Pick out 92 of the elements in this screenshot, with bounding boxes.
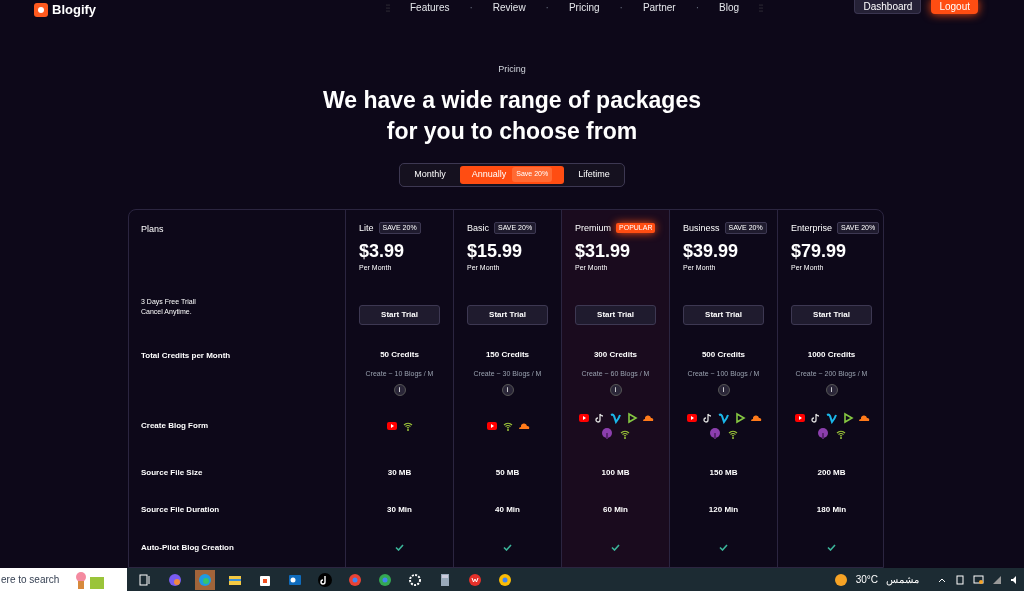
video-icon — [793, 412, 806, 424]
podcast-icon — [600, 428, 613, 440]
nav-link[interactable]: Review — [486, 0, 532, 15]
logo-icon — [34, 2, 48, 17]
feature-value: 150 MB — [709, 467, 738, 479]
plan-name: Premium — [575, 221, 611, 235]
credits-value: 300 Credits — [593, 348, 638, 361]
info-button[interactable]: i — [393, 384, 406, 396]
play-icon — [625, 412, 638, 424]
search-placeholder: ere to search — [1, 573, 60, 587]
info-button[interactable]: i — [717, 384, 730, 396]
nav-link[interactable]: Blog — [713, 0, 746, 15]
credits-value: 1000 Credits — [807, 348, 856, 361]
plan-name: Enterprise — [791, 221, 833, 235]
nav-separator: · — [469, 1, 473, 15]
feature-value: 100 MB — [601, 467, 630, 479]
feed-icon — [401, 420, 414, 432]
feed-icon — [834, 428, 847, 440]
info-button[interactable]: i — [825, 384, 838, 396]
search-field[interactable]: ere to search — [0, 568, 127, 591]
plan-name: Lite — [359, 221, 374, 235]
feature-value: 30 MB — [387, 467, 412, 479]
video-icon — [685, 412, 698, 424]
feature-value: 200 MB — [817, 467, 846, 479]
weather-text: مشمس — [886, 573, 919, 587]
info-button[interactable]: i — [609, 384, 622, 396]
device-icon[interactable] — [955, 574, 965, 585]
display-icon[interactable] — [973, 574, 984, 585]
plan-price: $39.99 — [683, 240, 740, 263]
page-heading: We have a wide range of packages for you to choose from — [323, 85, 701, 146]
video-icon — [385, 420, 398, 432]
credits-value: 500 Credits — [701, 348, 746, 361]
start-trial-button[interactable]: Start Trial — [683, 304, 764, 325]
video-icon — [577, 412, 590, 424]
video-icon — [485, 420, 498, 432]
nav-link[interactable]: Pricing — [562, 0, 606, 15]
wifi-icon[interactable] — [992, 574, 1002, 585]
feature-label: Auto-Pilot Blog Creation — [141, 541, 234, 554]
info-button[interactable]: i — [501, 384, 514, 396]
feature-value: 180 Min — [816, 504, 847, 516]
podcast-icon — [708, 428, 721, 440]
nav-separator: · — [619, 1, 623, 15]
feature-label: Create Blog Form — [141, 420, 209, 432]
plan-name: Basic — [467, 221, 489, 235]
plan-price: $79.99 — [791, 240, 848, 263]
browser-icon[interactable] — [195, 569, 215, 590]
feature-label: Source File Duration — [141, 504, 220, 516]
nav-link[interactable]: Features — [404, 0, 456, 15]
start-trial-button[interactable]: Start Trial — [467, 304, 548, 325]
plan-price: $15.99 — [467, 240, 524, 263]
plans-label: Plans — [141, 222, 165, 236]
feature-value: 50 MB — [495, 467, 520, 479]
credits-value: 150 Credits — [485, 348, 530, 361]
nav-separator: · — [545, 1, 549, 15]
play-icon — [733, 412, 746, 424]
feature-value: 120 Min — [708, 504, 739, 516]
cloud-icon — [749, 412, 762, 424]
feature-label: Total Credits per Month — [141, 349, 231, 362]
plan-name: Business — [683, 221, 720, 235]
feature-value: 40 Min — [495, 504, 520, 516]
music-note-icon — [593, 412, 606, 424]
nav-separator: · — [695, 1, 699, 15]
dashboard-button[interactable]: Dashboard — [854, 0, 922, 14]
cloud-icon — [517, 420, 530, 432]
music-note-icon — [809, 412, 822, 424]
feature-label: Source File Size — [141, 467, 203, 479]
sun-icon — [833, 572, 848, 587]
feed-icon — [726, 428, 739, 440]
feature-value: 30 Min — [387, 504, 412, 516]
weather-temperature: 30°C — [855, 573, 878, 587]
brand-name[interactable]: Blogify — [52, 0, 97, 20]
feed-icon — [618, 428, 631, 440]
feature-value: 60 Min — [603, 504, 628, 516]
billing-tab[interactable]: Lifetime — [566, 165, 622, 184]
credits-value: 50 Credits — [380, 348, 419, 361]
plan-price: $31.99 — [575, 240, 632, 263]
play-icon — [841, 412, 854, 424]
cloud-icon — [641, 412, 654, 424]
plan-price: $3.99 — [359, 240, 406, 263]
v-letter-icon — [825, 412, 838, 424]
music-note-icon — [701, 412, 714, 424]
billing-tab[interactable]: Monthly — [402, 165, 458, 184]
v-letter-icon — [609, 412, 622, 424]
section-label: Pricing — [498, 63, 526, 76]
nav-link[interactable]: Partner — [636, 0, 682, 15]
feed-icon — [501, 420, 514, 432]
start-trial-button[interactable]: Start Trial — [575, 304, 656, 325]
v-letter-icon — [717, 412, 730, 424]
podcast-icon — [816, 428, 829, 440]
start-trial-button[interactable]: Start Trial — [791, 304, 872, 325]
cloud-icon — [857, 412, 870, 424]
start-trial-button[interactable]: Start Trial — [359, 304, 440, 325]
